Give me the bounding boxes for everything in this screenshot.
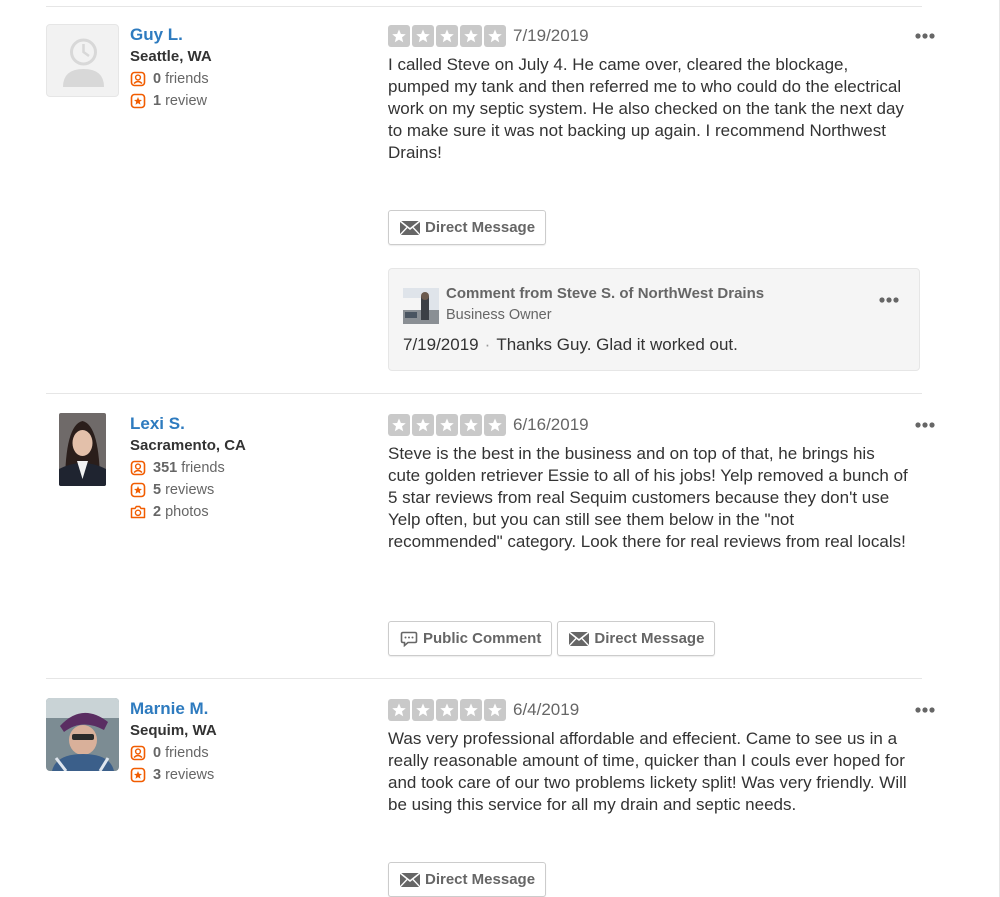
star-icon (412, 25, 434, 47)
review-divider (46, 393, 922, 394)
direct-message-button[interactable]: Direct Message (388, 210, 547, 245)
review-text: Steve is the best in the business and on… (388, 444, 908, 551)
user-name-link[interactable]: Marnie M. (130, 698, 370, 720)
star-icon (436, 414, 458, 436)
more-options-icon[interactable] (914, 32, 936, 40)
star-icon (484, 699, 506, 721)
owner-avatar[interactable] (403, 288, 439, 324)
star-icon (436, 25, 458, 47)
owner-photo-icon (403, 288, 439, 324)
speech-bubble-icon (400, 631, 418, 647)
top-divider (46, 6, 922, 7)
review-text: Was very professional affordable and eff… (388, 729, 907, 814)
review-date: 7/19/2019 (513, 26, 589, 45)
envelope-icon (400, 220, 420, 235)
reviews-count: 3 (153, 767, 162, 783)
default-avatar-icon (63, 38, 104, 87)
public-comment-label: Public Comment (423, 630, 542, 647)
owner-role: Business Owner (446, 307, 552, 323)
direct-message-button[interactable]: Direct Message (557, 621, 716, 656)
star-icon (436, 699, 458, 721)
star-icon (460, 25, 482, 47)
friends-icon (130, 745, 146, 761)
friends-label: friends (165, 71, 209, 87)
star-icon (484, 25, 506, 47)
star-icon (388, 25, 410, 47)
avatar-default[interactable] (46, 24, 119, 97)
review-star-icon (130, 93, 146, 109)
photos-label: photos (165, 504, 209, 520)
public-comment-button[interactable]: Public Comment (388, 621, 553, 656)
avatar[interactable] (46, 698, 119, 771)
friends-stat: 0 friends (130, 742, 370, 764)
owner-comment-text: Thanks Guy. Glad it worked out. (496, 335, 738, 354)
user-location: Sacramento, CA (130, 437, 246, 454)
review-divider (46, 678, 922, 679)
review-date: 6/16/2019 (513, 415, 589, 434)
user-location: Seattle, WA (130, 48, 212, 65)
direct-message-label: Direct Message (594, 630, 705, 647)
star-rating (388, 699, 506, 721)
friends-icon (130, 460, 146, 476)
review-date: 6/4/2019 (513, 700, 580, 719)
avatar[interactable] (59, 413, 106, 486)
review-text: I called Steve on July 4. He came over, … (388, 55, 904, 162)
owner-comment-box: Comment from Steve S. of NorthWest Drain… (388, 268, 920, 371)
owner-comment-date: 7/19/2019 (403, 335, 479, 354)
friends-count: 351 (153, 460, 178, 476)
review-item: Guy L. Seattle, WA 0 friends 1 review 7/… (46, 24, 935, 384)
more-options-icon[interactable] (914, 706, 936, 714)
friends-stat: 351 friends (130, 457, 370, 479)
star-rating (388, 414, 506, 436)
friends-label: friends (165, 745, 209, 761)
reviews-label: reviews (165, 482, 215, 498)
friends-stat: 0 friends (130, 68, 370, 90)
direct-message-label: Direct Message (425, 871, 536, 888)
star-rating (388, 25, 506, 47)
reviews-stat: 5 reviews (130, 479, 370, 501)
reviews-count: 1 (153, 93, 162, 109)
camera-icon (130, 504, 146, 520)
reviews-stat: 1 review (130, 90, 370, 112)
separator-dot: · (484, 335, 491, 354)
friends-icon (130, 71, 146, 87)
direct-message-button[interactable]: Direct Message (388, 862, 547, 897)
user-name-link[interactable]: Guy L. (130, 24, 370, 46)
owner-comment-title: Comment from Steve S. of NorthWest Drain… (446, 285, 765, 302)
reviews-label: reviews (165, 767, 215, 783)
owner-comment-line: 7/19/2019 · Thanks Guy. Glad it worked out… (403, 335, 738, 355)
reviews-stat: 3 reviews (130, 764, 370, 786)
friends-count: 0 (153, 71, 162, 87)
reviews-label: review (165, 93, 207, 109)
review-star-icon (130, 767, 146, 783)
star-icon (388, 699, 410, 721)
rating-row: 7/19/2019 (388, 24, 908, 48)
direct-message-label: Direct Message (425, 219, 536, 236)
user-name-link[interactable]: Lexi S. (130, 413, 370, 435)
envelope-icon (569, 631, 590, 646)
photos-stat: 2 photos (130, 501, 370, 523)
envelope-icon (400, 872, 420, 887)
more-options-icon[interactable] (914, 421, 936, 429)
review-item: Marnie M. Sequim, WA 0 friends 3 reviews (46, 698, 935, 897)
rating-row: 6/16/2019 (388, 413, 908, 437)
star-icon (460, 414, 482, 436)
photos-count: 2 (153, 504, 162, 520)
reviews-count: 5 (153, 482, 162, 498)
user-location: Sequim, WA (130, 722, 217, 739)
friends-count: 0 (153, 745, 162, 761)
friends-label: friends (181, 460, 225, 476)
star-icon (412, 414, 434, 436)
star-icon (460, 699, 482, 721)
rating-row: 6/4/2019 (388, 698, 908, 722)
star-icon (484, 414, 506, 436)
star-icon (412, 699, 434, 721)
review-star-icon (130, 482, 146, 498)
user-photo-icon (46, 698, 119, 771)
review-item: Lexi S. Sacramento, CA 351 friends 5 rev… (46, 413, 935, 663)
star-icon (388, 414, 410, 436)
owner-more-options-icon[interactable] (878, 291, 900, 309)
user-photo-icon (59, 413, 106, 486)
